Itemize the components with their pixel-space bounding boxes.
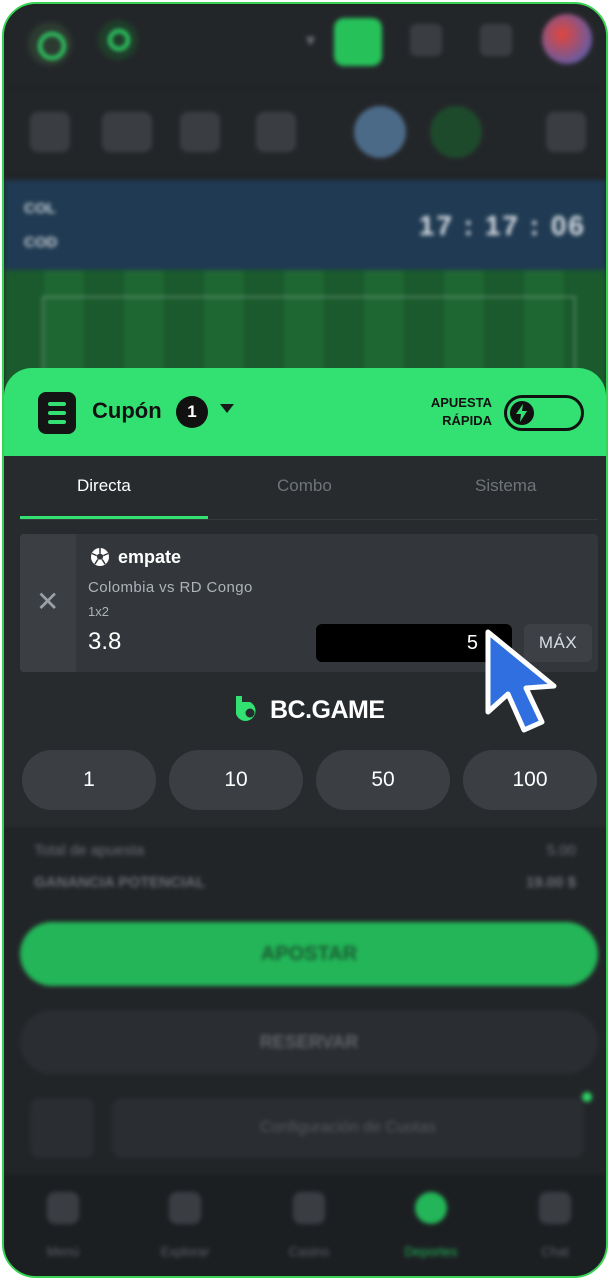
potential-win-value: 19.00 $ — [525, 874, 576, 891]
ticket-icon[interactable] — [102, 112, 152, 152]
wallet-icon[interactable] — [410, 24, 442, 56]
match-scoreboard: COL COD 17 : 17 : 06 — [4, 180, 606, 270]
coupon-header: Cupón 1 APUESTA RÁPIDA — [4, 368, 606, 456]
brand-name: BC.GAME — [270, 696, 385, 724]
nav-chat[interactable]: Chat — [510, 1192, 600, 1259]
trash-icon[interactable] — [30, 1098, 94, 1158]
top-bar: ▾ — [4, 4, 606, 84]
pointer-cursor-icon — [485, 629, 557, 733]
close-icon: ✕ — [36, 586, 60, 617]
potential-win-label: GANANCIA POTENCIAL — [34, 874, 206, 891]
bet-match-name: Colombia vs RD Congo — [88, 579, 253, 596]
menu-icon — [47, 1192, 79, 1224]
total-stake-value: 5.00 — [546, 842, 576, 859]
nav-casino-label: Casino — [288, 1244, 330, 1259]
nav-sports[interactable]: Deportes — [386, 1192, 476, 1259]
soccer-ball-icon — [91, 548, 109, 566]
nav-explore[interactable]: Explorar — [140, 1192, 230, 1259]
sports-icon — [415, 1192, 447, 1224]
tab-sistema[interactable]: Sistema — [475, 476, 536, 496]
quick-bet-label-line1: APUESTA — [430, 395, 492, 410]
nav-menu[interactable]: Menú — [18, 1192, 108, 1259]
coupon-count-badge: 1 — [176, 396, 208, 428]
deposit-button[interactable] — [334, 18, 382, 66]
quick-stake-10[interactable]: 10 — [169, 750, 303, 810]
phone-frame: ▾ COL COD 17 : 17 : 06 Cupón 1 APUESTA R… — [2, 2, 608, 1278]
quick-stake-50[interactable]: 50 — [316, 750, 450, 810]
avatar[interactable] — [542, 14, 592, 64]
app-logo-icon — [28, 22, 72, 66]
nav-chat-label: Chat — [541, 1244, 569, 1259]
place-bet-button[interactable]: APOSTAR — [20, 922, 598, 986]
quick-bet-label-line2: RÁPIDA — [442, 413, 492, 428]
notification-icon[interactable] — [480, 24, 512, 56]
quick-stake-100[interactable]: 100 — [463, 750, 597, 810]
reserve-button[interactable]: RESERVAR — [20, 1010, 598, 1074]
nav-menu-label: Menú — [46, 1244, 80, 1259]
status-dot — [582, 1092, 592, 1102]
quick-bet-toggle[interactable] — [504, 395, 584, 431]
home-icon[interactable] — [30, 112, 70, 152]
bet-odds: 3.8 — [88, 628, 122, 655]
copy-icon[interactable] — [256, 112, 296, 152]
nav-sports-label: Deportes — [404, 1244, 458, 1259]
team-1-code: COL — [24, 200, 56, 217]
brand-icon — [98, 20, 138, 60]
coupon-menu-icon[interactable] — [38, 392, 76, 434]
soccer-ball-icon[interactable] — [430, 106, 482, 158]
remove-bet-button[interactable]: ✕ — [20, 534, 76, 672]
live-icon[interactable] — [354, 106, 406, 158]
tabs-divider — [20, 519, 598, 520]
casino-icon — [293, 1192, 325, 1224]
chat-icon — [539, 1192, 571, 1224]
team-2-code: COD — [24, 234, 58, 251]
chevron-down-icon[interactable] — [220, 404, 234, 413]
tab-combo[interactable]: Combo — [277, 476, 332, 496]
search-icon — [169, 1192, 201, 1224]
quick-stake-1[interactable]: 1 — [22, 750, 156, 810]
search-icon[interactable] — [546, 112, 586, 152]
bet-market: 1x2 — [88, 604, 109, 619]
odds-settings-button[interactable]: Configuración de Cuotas — [112, 1098, 584, 1158]
coupon-title: Cupón — [92, 398, 162, 423]
sports-nav-bar — [4, 92, 606, 172]
total-stake-label: Total de apuesta — [34, 842, 145, 859]
star-icon[interactable] — [180, 112, 220, 152]
bc-logo-icon — [236, 696, 256, 721]
chevron-down-icon: ▾ — [306, 30, 316, 50]
match-clock: 17 : 17 : 06 — [418, 210, 586, 241]
nav-casino[interactable]: Casino — [264, 1192, 354, 1259]
bet-selection-name: empate — [118, 547, 182, 567]
lightning-icon — [510, 401, 534, 425]
tab-directa[interactable]: Directa — [77, 476, 131, 496]
quick-bet-label: APUESTA RÁPIDA — [404, 394, 492, 430]
nav-explore-label: Explorar — [160, 1244, 210, 1259]
